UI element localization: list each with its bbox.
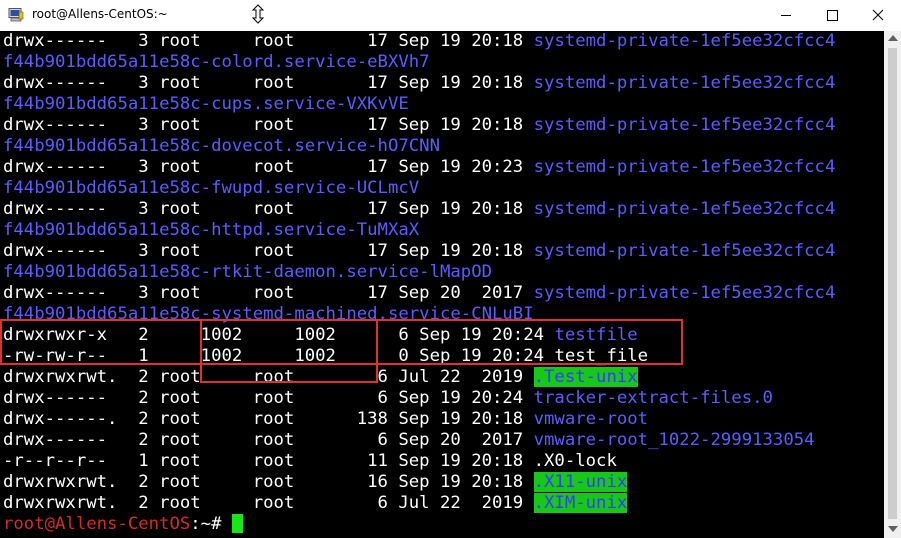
terminal-line: drwx------ 3 root root 17 Sep 19 20:18 s… bbox=[3, 73, 835, 94]
terminal-line: drwx------. 2 root root 138 Sep 19 20:18… bbox=[3, 409, 648, 430]
terminal-line: drwxrwxrwt. 2 root root 16 Sep 19 20:18 … bbox=[3, 472, 628, 493]
terminal-line: drwx------ 2 root root 6 Sep 19 20:24 tr… bbox=[3, 388, 773, 409]
file-name: systemd-private-1ef5ee32cfcc4 bbox=[533, 31, 836, 51]
terminal-line: drwx------ 3 root root 17 Sep 19 20:23 s… bbox=[3, 157, 835, 178]
file-name: .Test-unix bbox=[533, 367, 638, 387]
terminal-line: f44b901bdd65a11e58c-colord.service-eBXVh… bbox=[3, 52, 430, 73]
file-listing-meta: drwxrwxrwt. 2 root root 6 Jul 22 2019 bbox=[3, 493, 534, 513]
prompt-line: root@Allens-CentOS:~# bbox=[3, 514, 243, 535]
prompt-user-host: root@Allens-CentOS bbox=[3, 514, 191, 534]
terminal-line: drwx------ 3 root root 17 Sep 19 20:18 s… bbox=[3, 115, 835, 136]
terminal-line: drwx------ 3 root root 17 Sep 19 20:18 s… bbox=[3, 199, 835, 220]
terminal-output[interactable]: drwx------ 3 root root 17 Sep 19 20:18 s… bbox=[0, 31, 884, 538]
terminal-line: drwx------ 3 root root 17 Sep 19 20:18 s… bbox=[3, 31, 835, 52]
minimize-icon bbox=[781, 15, 791, 16]
file-name: f44b901bdd65a11e58c-httpd.service-TuMXaX bbox=[3, 220, 420, 240]
file-listing-meta: drwxrwxrwt. 2 root root 16 Sep 19 20:18 bbox=[3, 472, 534, 492]
close-icon bbox=[872, 9, 884, 21]
file-name: .XIM-unix bbox=[533, 493, 628, 513]
scroll-thumb[interactable] bbox=[888, 48, 897, 519]
prompt-path: :~# bbox=[190, 514, 232, 534]
file-listing-meta: drwx------. 2 root root 138 Sep 19 20:18 bbox=[3, 409, 534, 429]
file-listing-meta: drwx------ 3 root root 17 Sep 19 20:23 bbox=[3, 157, 534, 177]
vertical-scrollbar[interactable] bbox=[884, 31, 901, 538]
vertical-resize-cursor-icon bbox=[251, 4, 265, 24]
text-cursor bbox=[231, 514, 243, 533]
file-name: systemd-private-1ef5ee32cfcc4 bbox=[533, 241, 836, 261]
maximize-icon bbox=[827, 10, 838, 21]
file-name: f44b901bdd65a11e58c-rtkit-daemon.service… bbox=[3, 262, 492, 282]
terminal-line: f44b901bdd65a11e58c-fwupd.service-UCLmcV bbox=[3, 178, 419, 199]
terminal-line: drwx------ 3 root root 17 Sep 19 20:18 s… bbox=[3, 241, 835, 262]
scroll-down-arrow-icon[interactable] bbox=[888, 526, 898, 532]
file-listing-meta: drwx------ 2 root root 6 Sep 19 20:24 bbox=[3, 388, 534, 408]
file-name: systemd-private-1ef5ee32cfcc4 bbox=[533, 115, 836, 135]
file-name: .X0-lock bbox=[533, 451, 617, 471]
file-name: f44b901bdd65a11e58c-fwupd.service-UCLmcV bbox=[3, 178, 420, 198]
terminal-line: drwx------ 3 root root 17 Sep 20 2017 sy… bbox=[3, 283, 835, 304]
file-listing-meta: drwx------ 3 root root 17 Sep 19 20:18 bbox=[3, 115, 534, 135]
terminal-line: f44b901bdd65a11e58c-rtkit-daemon.service… bbox=[3, 262, 492, 283]
file-name: f44b901bdd65a11e58c-dovecot.service-hO7C… bbox=[3, 136, 440, 156]
file-name: f44b901bdd65a11e58c-colord.service-eBXVh… bbox=[3, 52, 430, 72]
maximize-button[interactable] bbox=[809, 0, 855, 30]
file-name: systemd-private-1ef5ee32cfcc4 bbox=[533, 73, 836, 93]
file-name: vmware-root_1022-2999133054 bbox=[533, 430, 815, 450]
annotation-owner-highlight-box bbox=[200, 319, 378, 383]
file-listing-meta: drwx------ 3 root root 17 Sep 20 2017 bbox=[3, 283, 534, 303]
file-listing-meta: drwx------ 3 root root 17 Sep 19 20:18 bbox=[3, 199, 534, 219]
file-name: .X11-unix bbox=[533, 472, 628, 492]
file-listing-meta: drwx------ 3 root root 17 Sep 19 20:18 bbox=[3, 73, 534, 93]
file-listing-meta: drwx------ 2 root root 6 Sep 20 2017 bbox=[3, 430, 534, 450]
file-name: tracker-extract-files.0 bbox=[533, 388, 773, 408]
window-title: root@Allens-CentOS:~ bbox=[32, 7, 168, 21]
file-name: f44b901bdd65a11e58c-cups.service-VXKvVE bbox=[3, 94, 409, 114]
file-listing-meta: drwx------ 3 root root 17 Sep 19 20:18 bbox=[3, 31, 534, 51]
terminal-line: f44b901bdd65a11e58c-cups.service-VXKvVE bbox=[3, 94, 409, 115]
file-name: vmware-root bbox=[533, 409, 649, 429]
title-bar[interactable]: root@Allens-CentOS:~ bbox=[0, 0, 901, 32]
file-listing-meta: -r--r--r-- 1 root root 11 Sep 19 20:18 bbox=[3, 451, 534, 471]
file-name: systemd-private-1ef5ee32cfcc4 bbox=[533, 283, 836, 303]
terminal-line: -r--r--r-- 1 root root 11 Sep 19 20:18 .… bbox=[3, 451, 617, 472]
scroll-up-arrow-icon[interactable] bbox=[888, 35, 898, 41]
file-name: systemd-private-1ef5ee32cfcc4 bbox=[533, 199, 836, 219]
file-listing-meta: drwx------ 3 root root 17 Sep 19 20:18 bbox=[3, 241, 534, 261]
putty-terminal-icon bbox=[8, 8, 24, 22]
terminal-line: drwx------ 2 root root 6 Sep 20 2017 vmw… bbox=[3, 430, 815, 451]
file-name: systemd-private-1ef5ee32cfcc4 bbox=[533, 157, 836, 177]
terminal-line: f44b901bdd65a11e58c-dovecot.service-hO7C… bbox=[3, 136, 440, 157]
terminal-line: f44b901bdd65a11e58c-httpd.service-TuMXaX bbox=[3, 220, 419, 241]
close-button[interactable] bbox=[855, 0, 901, 30]
terminal-line: drwxrwxrwt. 2 root root 6 Jul 22 2019 .X… bbox=[3, 493, 628, 514]
minimize-button[interactable] bbox=[763, 0, 809, 30]
